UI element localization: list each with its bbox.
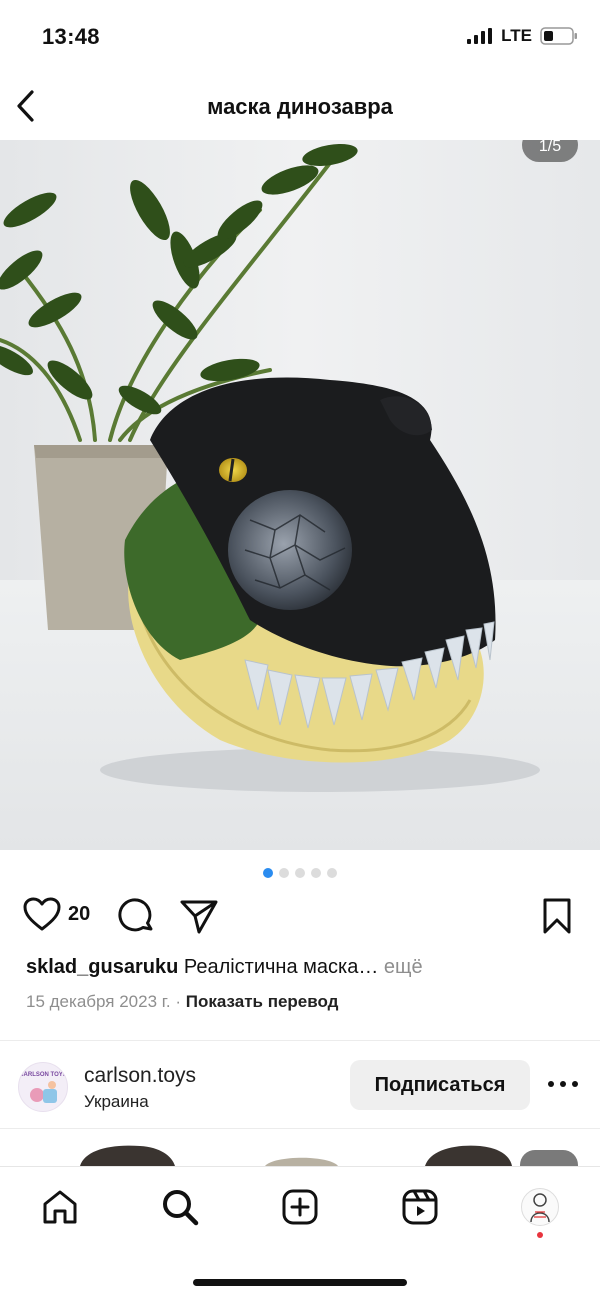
comment-button[interactable] (116, 896, 156, 936)
battery-icon (540, 27, 577, 45)
post-meta: 15 декабря 2023 г. · Показать перевод (26, 992, 338, 1012)
show-translation-link[interactable]: Показать перевод (186, 992, 339, 1011)
share-button[interactable] (178, 896, 220, 936)
profile-avatar-icon (521, 1188, 559, 1226)
photo-counter: 1/5 (522, 140, 578, 162)
nav-header: маска динозавра (0, 72, 600, 140)
more-dot (572, 1081, 578, 1087)
caption-more-link[interactable]: ещё (384, 956, 423, 978)
like-button[interactable]: 20 (22, 896, 90, 932)
send-icon (180, 900, 218, 934)
divider (0, 1128, 600, 1129)
dinosaur-mask-image (0, 140, 600, 850)
carousel-dot (327, 868, 337, 878)
carousel-indicator (0, 868, 600, 878)
status-bar: 13:48 LTE (0, 0, 600, 72)
next-post-preview[interactable] (0, 1130, 600, 1166)
profile-name[interactable]: carlson.toys (84, 1064, 196, 1088)
home-icon (43, 1190, 77, 1224)
tab-profile[interactable] (516, 1183, 564, 1231)
profile-location: Украина (84, 1092, 149, 1111)
subscribe-button[interactable]: Подписаться (350, 1060, 530, 1110)
post-caption: sklad_gusaruku Реалістична маска… ещё (26, 956, 423, 979)
more-dot (548, 1081, 554, 1087)
meta-separator: · (175, 992, 181, 1011)
network-label: LTE (501, 26, 532, 45)
bookmark-icon (543, 898, 571, 934)
more-dot (560, 1081, 566, 1087)
status-time: 13:48 (42, 24, 100, 49)
status-indicators: LTE (467, 26, 578, 46)
post-photo[interactable]: 1/5 (0, 140, 600, 850)
tab-search[interactable] (156, 1183, 204, 1231)
page-title: маска динозавра (207, 94, 393, 119)
heart-icon (23, 897, 61, 931)
caption-text: Реалістична маска… (183, 956, 379, 978)
next-post-images (80, 1145, 578, 1166)
reels-icon (402, 1189, 438, 1225)
post-date: 15 декабря 2023 г. (26, 992, 171, 1011)
comment-icon (118, 898, 153, 932)
profile-avatar[interactable]: CARLSON TOYS (18, 1062, 68, 1112)
carousel-dot (279, 868, 289, 878)
avatar-illustration (30, 1081, 57, 1103)
carousel-dot (311, 868, 321, 878)
carousel-dot-active (263, 868, 273, 878)
create-icon (282, 1189, 318, 1225)
more-options-button[interactable] (548, 1074, 578, 1094)
suggested-profile: CARLSON TOYS carlson.toys Украина Подпис… (0, 1056, 600, 1120)
caption-username[interactable]: sklad_gusaruku (26, 956, 178, 978)
carousel-dot (295, 868, 305, 878)
tab-create[interactable] (276, 1183, 324, 1231)
signal-icon (467, 28, 493, 44)
save-button[interactable] (540, 896, 574, 936)
like-count: 20 (68, 902, 91, 925)
home-indicator (193, 1279, 407, 1286)
divider (0, 1040, 600, 1041)
search-icon (163, 1190, 199, 1226)
tab-home[interactable] (36, 1183, 84, 1231)
tab-bar (0, 1166, 600, 1298)
notification-dot (537, 1232, 543, 1238)
tab-reels[interactable] (396, 1183, 444, 1231)
post-actions: 20 (0, 896, 600, 940)
